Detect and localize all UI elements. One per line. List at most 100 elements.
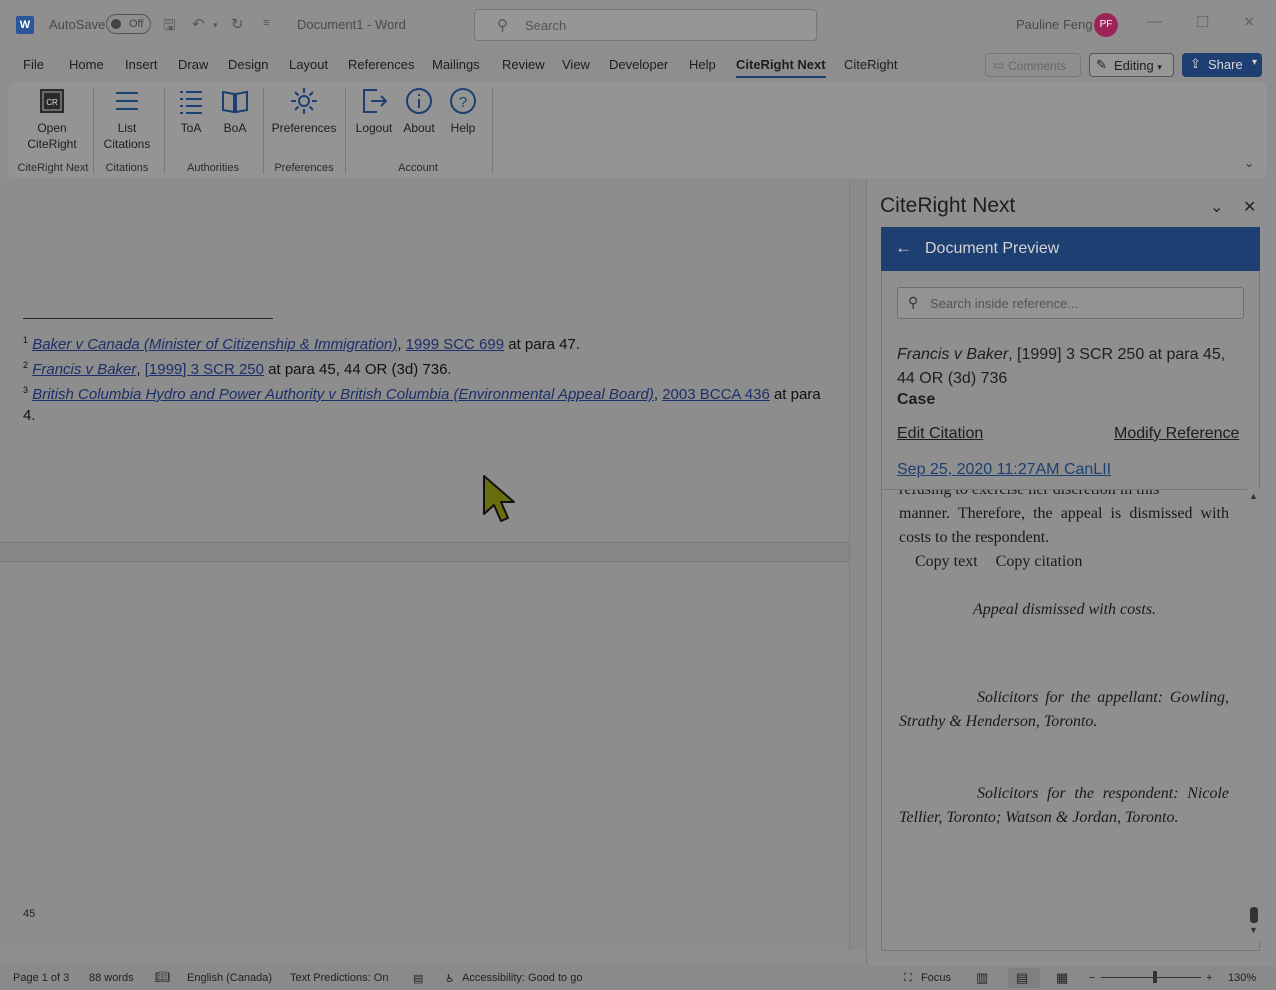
document-preview-header: ← Document Preview	[881, 227, 1260, 271]
preferences-button[interactable]: Preferences	[270, 86, 338, 136]
citeright-logo-icon: CR	[40, 89, 64, 113]
help-button[interactable]: ? Help	[443, 86, 483, 136]
user-name[interactable]: Pauline Feng	[1016, 17, 1093, 32]
accessibility-icon: ♿︎	[445, 973, 455, 985]
document-page[interactable]: 45	[0, 562, 849, 950]
open-citeright-button[interactable]: CR Open CiteRight	[20, 86, 84, 152]
collapse-ribbon-icon[interactable]: ⌄	[1244, 156, 1254, 170]
reference-search-input[interactable]: ⚲ Search inside reference...	[897, 287, 1244, 319]
text-predictions[interactable]: Text Predictions: On	[290, 972, 388, 984]
share-button[interactable]: ⇪ Share ▾	[1182, 53, 1262, 77]
scroll-thumb[interactable]	[1250, 907, 1258, 923]
footnote-number: 3	[23, 385, 29, 395]
word-count[interactable]: 88 words	[89, 972, 134, 984]
read-mode-icon[interactable]: ▥	[976, 970, 988, 986]
macro-icon[interactable]: ▤	[413, 972, 423, 985]
document-page[interactable]: 1 Baker v Canada (Minister of Citizenshi…	[0, 180, 849, 542]
tab-file[interactable]: File	[23, 57, 44, 72]
tab-design[interactable]: Design	[228, 57, 268, 72]
tab-developer[interactable]: Developer	[609, 57, 668, 72]
focus-mode-button[interactable]: Focus	[921, 972, 951, 984]
focus-icon: ⛶	[904, 972, 912, 984]
page-count[interactable]: Page 1 of 3	[13, 972, 69, 984]
tab-review[interactable]: Review	[502, 57, 545, 72]
help-label: Help	[450, 121, 476, 135]
proofing-book-icon[interactable]: 📖︎	[155, 970, 170, 984]
boa-label: BoA	[223, 121, 247, 135]
tab-layout[interactable]: Layout	[289, 57, 328, 72]
tab-home[interactable]: Home	[69, 57, 104, 72]
autosave-label: AutoSave	[49, 17, 106, 32]
share-dropdown-icon[interactable]: ▾	[1252, 57, 1257, 68]
scroll-up-icon[interactable]: ▲	[1249, 491, 1258, 501]
save-icon[interactable]: 🖫	[163, 15, 176, 40]
tab-insert[interactable]: Insert	[125, 57, 158, 72]
about-button[interactable]: About	[399, 86, 439, 136]
zoom-in-button[interactable]: +	[1206, 972, 1212, 984]
language[interactable]: English (Canada)	[187, 972, 272, 984]
zoom-level[interactable]: 130%	[1228, 972, 1256, 984]
comments-button[interactable]: ▭ Comments	[985, 53, 1081, 77]
citation-link[interactable]: 1999 SCC 699	[406, 336, 504, 353]
tab-references[interactable]: References	[348, 57, 414, 72]
svg-text:CR: CR	[46, 98, 58, 107]
modify-reference-link[interactable]: Modify Reference	[1114, 425, 1239, 443]
web-layout-icon[interactable]: ▦	[1056, 970, 1068, 986]
group-label-citeright-next: CiteRight Next	[17, 162, 89, 174]
tab-view[interactable]: View	[562, 57, 590, 72]
copy-citation-button[interactable]: Copy citation	[996, 553, 1083, 570]
case-link[interactable]: Francis v Baker	[32, 361, 136, 378]
restore-icon[interactable]: ☐	[1196, 13, 1209, 31]
editing-label: Editing	[1114, 58, 1154, 73]
toa-button[interactable]: ToA	[172, 86, 210, 136]
print-layout-icon[interactable]: ▤	[1016, 970, 1028, 986]
document-preview-content[interactable]: refusing to exercise her discretion in t…	[882, 489, 1247, 941]
redo-icon[interactable]: ↻	[231, 15, 244, 33]
copy-text-button[interactable]: Copy text	[915, 553, 978, 570]
logout-button[interactable]: Logout	[352, 86, 396, 136]
mouse-cursor-icon	[483, 475, 515, 522]
autosave-toggle[interactable]: Off	[106, 14, 151, 34]
list-citations-button[interactable]: List Citations	[98, 86, 156, 152]
group-label-account: Account	[398, 162, 438, 174]
close-pane-icon[interactable]: ✕	[1243, 197, 1256, 217]
case-link[interactable]: Baker v Canada (Minister of Citizenship …	[32, 336, 397, 353]
book-icon	[222, 90, 248, 114]
editing-mode-button[interactable]: ✎ Editing ▾	[1089, 53, 1174, 77]
help-icon: ?	[450, 88, 476, 114]
source-date-link[interactable]: Sep 25, 2020 11:27AM CanLII	[897, 461, 1111, 479]
undo-dropdown-icon[interactable]: ▾	[213, 20, 218, 31]
tab-citeright[interactable]: CiteRight	[844, 57, 897, 72]
preview-scrollbar[interactable]: ▲ ▼	[1247, 489, 1260, 941]
tab-draw[interactable]: Draw	[178, 57, 208, 72]
minimize-icon[interactable]: —	[1147, 13, 1162, 30]
tab-citeright-next[interactable]: CiteRight Next	[736, 57, 826, 78]
undo-icon[interactable]: ↶	[192, 15, 205, 33]
tab-help[interactable]: Help	[689, 57, 716, 72]
page-number: 45	[23, 908, 36, 920]
case-link[interactable]: British Columbia Hydro and Power Authori…	[32, 386, 654, 403]
zoom-slider[interactable]	[1101, 977, 1201, 978]
citation-link[interactable]: [1999] 3 SCR 250	[145, 361, 264, 378]
footnote: 2 Francis v Baker, [1999] 3 SCR 250 at p…	[23, 355, 828, 380]
zoom-slider-thumb[interactable]	[1153, 971, 1157, 983]
disposition-text: Appeal dismissed with costs.	[972, 601, 1157, 618]
pane-options-chevron-icon[interactable]: ⌄	[1210, 197, 1223, 217]
edit-citation-link[interactable]: Edit Citation	[897, 425, 983, 443]
accessibility-status[interactable]: Accessibility: Good to go	[462, 972, 582, 984]
document-scrollbar[interactable]	[849, 180, 865, 950]
comments-label: Comments	[1008, 59, 1067, 73]
document-title: Document1 - Word	[297, 17, 406, 32]
footnotes: 1 Baker v Canada (Minister of Citizenshi…	[23, 330, 828, 426]
search-box[interactable]: ⚲ Search	[474, 9, 817, 41]
close-icon[interactable]: ✕	[1243, 13, 1256, 31]
pinpoint: at para 45, 44 OR (3d) 736.	[263, 361, 452, 378]
customize-quick-access-icon[interactable]: ≡	[263, 17, 269, 29]
back-arrow-icon[interactable]: ←	[895, 238, 912, 258]
citation-link[interactable]: 2003 BCCA 436	[662, 386, 770, 403]
zoom-out-button[interactable]: −	[1089, 972, 1095, 984]
tab-mailings[interactable]: Mailings	[432, 57, 480, 72]
avatar[interactable]: PF	[1094, 13, 1118, 37]
boa-button[interactable]: BoA	[216, 86, 254, 136]
scroll-down-icon[interactable]: ▼	[1249, 925, 1258, 935]
